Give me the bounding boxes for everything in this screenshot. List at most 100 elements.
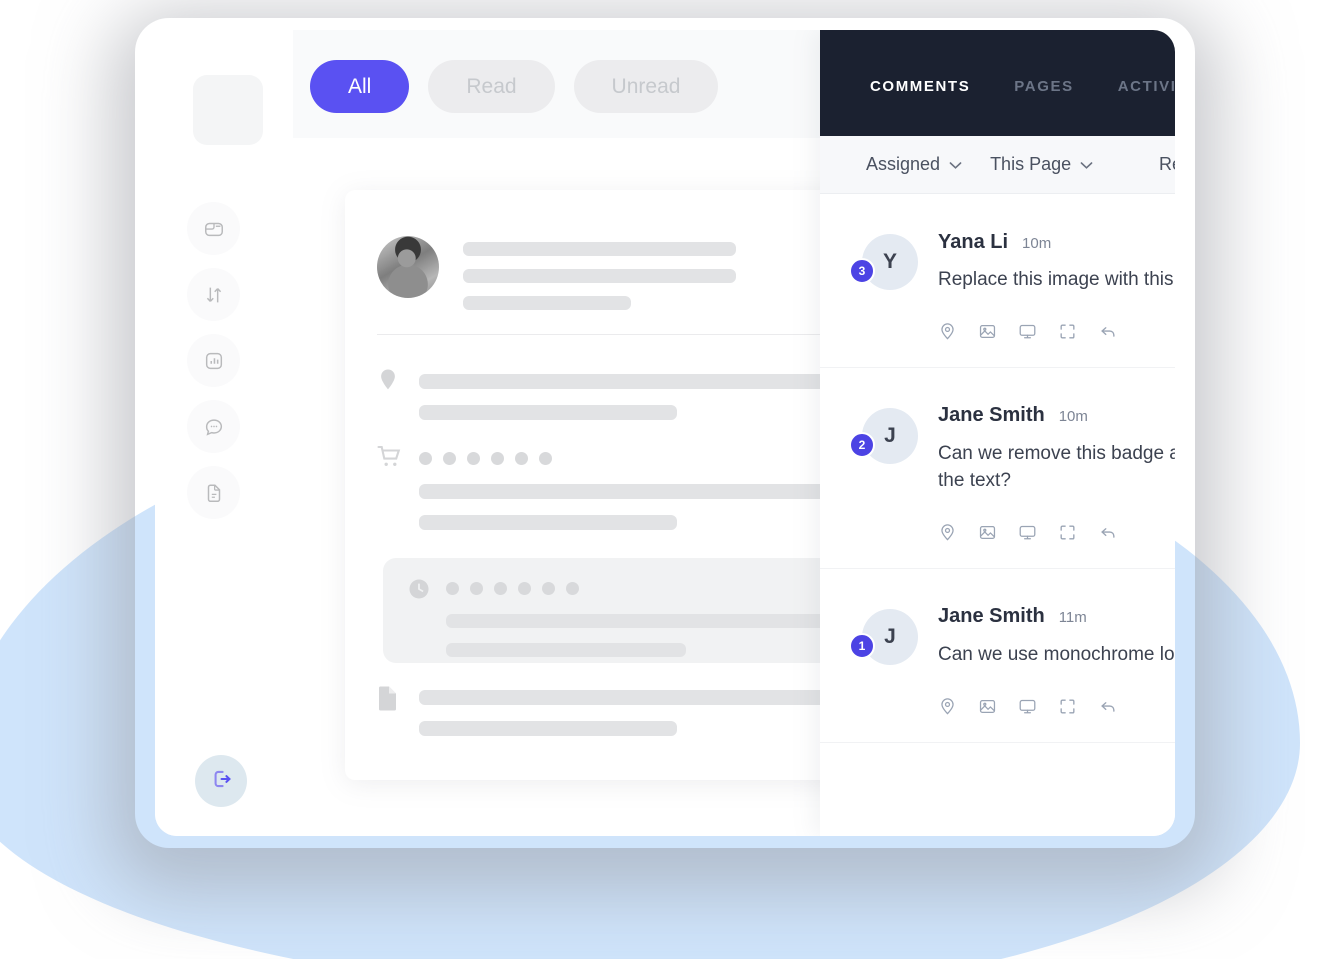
tab-pages[interactable]: PAGES	[1014, 78, 1073, 95]
image-icon[interactable]	[978, 523, 997, 542]
chevron-down-icon	[949, 154, 962, 175]
filter-pill-read[interactable]: Read	[428, 60, 555, 113]
cart-skeleton-section	[377, 445, 844, 530]
comment-count-badge: 3	[849, 258, 875, 284]
comment-author: Jane Smith	[938, 404, 1045, 427]
skeleton-bar	[419, 484, 844, 499]
avatar-group: Y 3	[849, 234, 918, 290]
skeleton-bar	[419, 405, 677, 420]
comment-item[interactable]: Y 3 Yana Li 10m Replace this image with …	[820, 194, 1175, 368]
skeleton-dot	[491, 452, 504, 465]
comments-list: Y 3 Yana Li 10m Replace this image with …	[820, 194, 1175, 743]
comment-count-badge: 2	[849, 431, 875, 458]
file-skeleton-section	[377, 685, 844, 736]
monitor-icon[interactable]	[1018, 697, 1037, 716]
fullscreen-icon[interactable]	[1058, 697, 1077, 716]
pin-icon[interactable]	[938, 523, 957, 542]
resolved-toggle-group[interactable]: Resolved	[1159, 136, 1175, 193]
skeleton-dot	[542, 582, 555, 595]
filter-pill-unread[interactable]: Unread	[573, 60, 719, 113]
chevron-down-icon	[1080, 154, 1093, 175]
skeleton-bar	[463, 269, 736, 283]
skeleton-dot	[518, 582, 531, 595]
comment-text: Can we remove this badge and just keep t…	[938, 442, 1175, 491]
inbox-card-icon	[203, 218, 225, 240]
sidebar-item-comments[interactable]	[187, 400, 240, 453]
comment-text: Replace this image with this image.	[938, 269, 1175, 290]
reply-icon[interactable]	[1098, 322, 1118, 341]
comment-author: Yana Li	[938, 230, 1009, 253]
skeleton-bar	[463, 242, 736, 256]
skeleton-bar	[446, 643, 686, 657]
file-icon	[377, 685, 403, 716]
monitor-icon[interactable]	[1018, 322, 1037, 341]
image-icon[interactable]	[978, 322, 997, 341]
assigned-filter-label: Assigned	[866, 154, 941, 174]
skeleton-bar	[419, 721, 677, 736]
left-sidebar	[155, 30, 293, 836]
resolved-label: Resolved	[1158, 154, 1175, 174]
comments-panel: COMMENTS PAGES ACTIVITY Assigned	[820, 30, 1175, 836]
filter-pills: All Read Unread	[310, 60, 719, 113]
filter-pill-all[interactable]: All	[310, 60, 410, 113]
monitor-icon[interactable]	[1018, 523, 1037, 542]
shopping-cart-icon	[377, 445, 403, 474]
comment-text: Can we use monochrome logo here?	[938, 643, 1175, 665]
panel-filter-bar: Assigned This Page R	[820, 136, 1175, 194]
comment-timestamp: 10m	[1058, 408, 1088, 426]
skeleton-dot	[566, 582, 579, 595]
scope-filter-label: This Page	[990, 154, 1072, 174]
profile-skeleton-row	[377, 236, 736, 310]
skeleton-dot	[470, 582, 483, 595]
comment-timestamp: 11m	[1058, 609, 1087, 627]
avatar	[377, 236, 439, 298]
avatar-group: J 2	[849, 407, 918, 464]
comment-author: Jane Smith	[938, 605, 1045, 628]
chat-bubble-icon	[203, 416, 225, 438]
app-window: All Read Unread COMMENTS PAGES ACTIVI As…	[155, 30, 1175, 836]
skeleton-bar	[463, 296, 631, 310]
pin-icon	[377, 368, 403, 399]
screenshot-root: All Read Unread COMMENTS PAGES ACTIVI As…	[0, 0, 1333, 959]
document-icon	[203, 482, 225, 504]
fullscreen-icon[interactable]	[1058, 523, 1077, 542]
bar-chart-icon	[203, 350, 225, 372]
skeleton-bar	[419, 690, 844, 705]
assigned-filter-dropdown[interactable]: Assigned	[866, 154, 962, 175]
skeleton-bar	[419, 515, 677, 530]
sidebar-nav	[187, 202, 240, 532]
logout-icon	[208, 766, 234, 797]
tab-activity[interactable]: ACTIVITY	[1118, 78, 1175, 95]
skeleton-bar	[419, 374, 844, 389]
reply-icon[interactable]	[1098, 523, 1118, 542]
logo-placeholder	[193, 75, 263, 145]
transfer-arrows-icon	[203, 284, 225, 306]
sidebar-item-documents[interactable]	[187, 466, 240, 519]
sidebar-item-transfers[interactable]	[187, 268, 240, 321]
skeleton-dot	[515, 452, 528, 465]
skeleton-dot	[443, 452, 456, 465]
panel-tabs: COMMENTS PAGES ACTIVITY	[870, 78, 1175, 95]
fullscreen-icon[interactable]	[1058, 322, 1077, 341]
image-icon[interactable]	[978, 697, 997, 716]
sidebar-item-reports[interactable]	[187, 334, 240, 387]
location-skeleton-section	[377, 368, 844, 420]
logout-button[interactable]	[195, 755, 247, 807]
skeleton-dot	[467, 452, 480, 465]
skeleton-dot	[494, 582, 507, 595]
comment-item[interactable]: J 1 Jane Smith 11m Can we use monochrome…	[820, 569, 1175, 743]
skeleton-dot	[419, 452, 432, 465]
sidebar-item-inbox[interactable]	[187, 202, 240, 255]
scope-filter-dropdown[interactable]: This Page	[990, 154, 1093, 175]
main-content: All Read Unread COMMENTS PAGES ACTIVI As…	[293, 30, 1175, 836]
clock-icon	[408, 578, 430, 657]
comment-item[interactable]: J 2 Jane Smith 10m Can we remove this ba…	[820, 368, 1175, 569]
reply-icon[interactable]	[1098, 697, 1118, 716]
avatar-group: J 1	[849, 608, 918, 665]
pin-icon[interactable]	[938, 697, 957, 716]
panel-header: COMMENTS PAGES ACTIVITY	[820, 30, 1175, 136]
pin-icon[interactable]	[938, 322, 957, 341]
comment-count-badge: 1	[849, 632, 875, 659]
skeleton-bar	[446, 614, 846, 628]
tab-comments[interactable]: COMMENTS	[870, 78, 970, 95]
